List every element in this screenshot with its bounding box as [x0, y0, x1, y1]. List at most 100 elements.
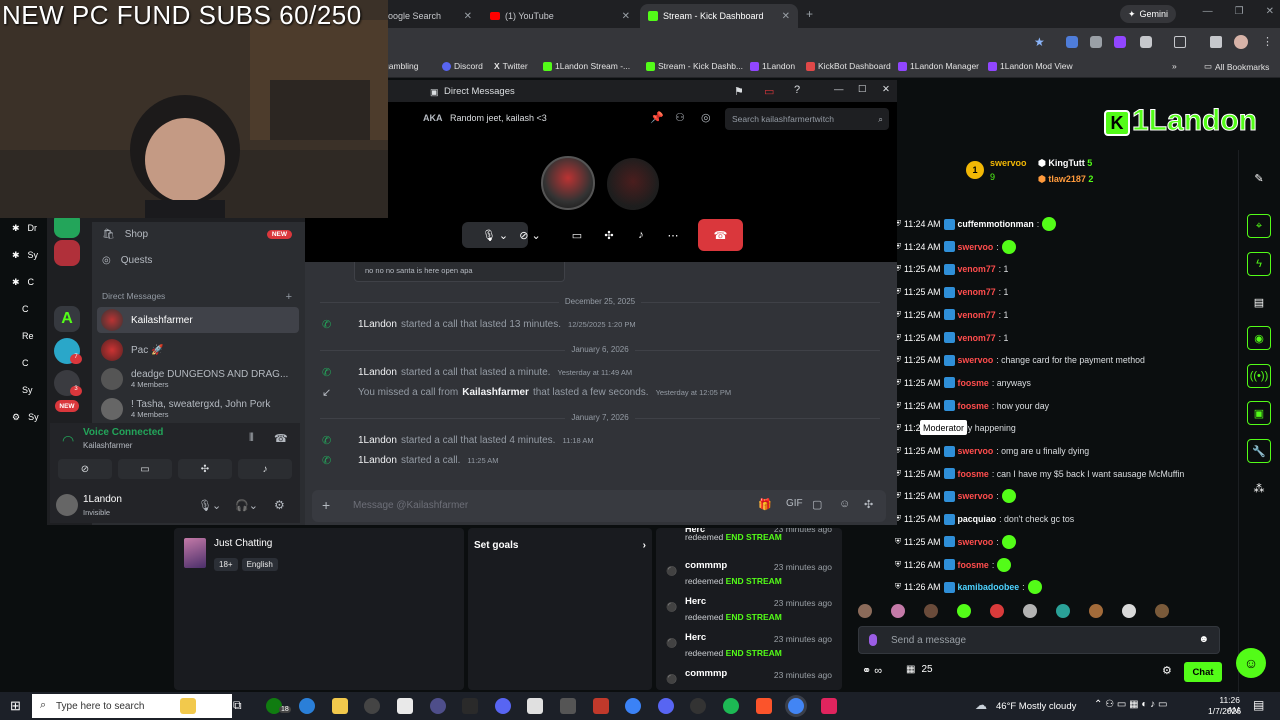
tab-close-icon[interactable]: ✕	[782, 11, 790, 22]
noise-suppression-icon[interactable]: ⦀	[249, 432, 254, 445]
more-icon[interactable]: ⋯	[662, 222, 684, 248]
activities-icon[interactable]: ✣	[598, 222, 620, 248]
activities-icon[interactable]: ✣	[178, 459, 232, 479]
chat-username[interactable]: cuffemmotionman	[958, 219, 1034, 229]
file-explorer-icon[interactable]	[332, 698, 348, 714]
user-avatar[interactable]	[56, 494, 78, 516]
gemini-button[interactable]: ✦ Gemini	[1120, 5, 1177, 23]
bookmark-kickbot[interactable]: KickBot Dashboard	[806, 61, 891, 71]
emote-icon[interactable]	[858, 604, 872, 618]
settings-icon[interactable]	[560, 698, 576, 714]
set-goals-button[interactable]: Set goals ›	[474, 540, 646, 556]
settings-icon[interactable]: ⚙	[1162, 664, 1172, 677]
maximize-icon[interactable]: ❐	[1235, 6, 1244, 17]
chat-username[interactable]: venom77	[958, 264, 996, 274]
emote-icon[interactable]	[924, 604, 938, 618]
chat-username[interactable]: foosme	[958, 560, 989, 570]
discord-icon[interactable]	[658, 698, 674, 714]
bookmark-twitter[interactable]: X Twitter	[494, 61, 528, 71]
close-icon[interactable]: ✕	[882, 84, 890, 95]
gif-icon[interactable]: GIF	[786, 498, 803, 509]
dm-item-pac[interactable]: Pac 🚀	[97, 337, 299, 363]
app-icon[interactable]	[690, 698, 706, 714]
chat-send-button[interactable]: Chat	[1184, 662, 1222, 682]
minimize-icon[interactable]: —	[1203, 6, 1213, 17]
chat-username[interactable]: swervoo	[958, 491, 994, 501]
app-icon[interactable]	[625, 698, 641, 714]
target-icon[interactable]: ⌖	[1247, 214, 1271, 238]
chat-input[interactable]: Send a message ☻	[858, 626, 1220, 654]
hangup-button[interactable]: ☎	[698, 219, 743, 251]
new-tab-icon[interactable]: +	[806, 7, 813, 21]
bookmark-1landon[interactable]: 1Landon	[750, 61, 795, 71]
username-link[interactable]: 1Landon	[358, 435, 397, 446]
emote-icon[interactable]	[1122, 604, 1136, 618]
username-link[interactable]: 1Landon	[358, 455, 397, 466]
chat-username[interactable]: kamibadoobee	[958, 582, 1020, 592]
chat-username[interactable]: foosme	[958, 378, 989, 388]
help-icon[interactable]: ?	[794, 84, 800, 96]
flag-icon[interactable]: ⚑	[734, 85, 744, 98]
chat-username[interactable]: venom77	[958, 287, 996, 297]
dm-item-group-deadge[interactable]: deadge DUNGEONS AND DRAG... 4 Members	[97, 365, 299, 393]
media-icon[interactable]	[1210, 36, 1222, 48]
emote-icon[interactable]	[891, 604, 905, 618]
chat-username[interactable]: venom77	[958, 310, 996, 320]
edge-icon[interactable]	[299, 698, 315, 714]
profile-icon[interactable]: ◎	[701, 111, 711, 124]
gift-icon[interactable]: 🎁	[758, 498, 772, 511]
username-link[interactable]: 1Landon	[358, 367, 397, 378]
lightning-icon[interactable]: ϟ	[1247, 252, 1271, 276]
copilot-icon[interactable]	[180, 698, 196, 714]
screen-share-icon[interactable]: ▭	[566, 222, 588, 248]
more-bookmarks[interactable]: »	[1172, 61, 1177, 71]
soundboard-icon[interactable]: ♪	[630, 222, 652, 248]
wrench-icon[interactable]: 🔧	[1247, 439, 1271, 463]
bookmark-1landon-stream[interactable]: 1Landon Stream -...	[543, 61, 630, 71]
mic-icon[interactable]: 🎙⌄	[198, 499, 221, 512]
taskbar-search[interactable]: ⌕ Type here to search	[32, 694, 232, 718]
broadcast-icon[interactable]: ((•))	[1247, 364, 1271, 388]
emote-icon[interactable]	[1056, 604, 1070, 618]
support-chat-icon[interactable]: ☺	[1236, 648, 1266, 678]
category-card[interactable]: Just Chatting 18+ English	[184, 538, 282, 572]
notifications-icon[interactable]: ▤	[1253, 698, 1264, 712]
add-dm-icon[interactable]: +	[286, 291, 292, 303]
spotify-icon[interactable]	[723, 698, 739, 714]
apps-icon[interactable]: ✣	[864, 498, 873, 511]
chat-username[interactable]: swervoo	[958, 355, 994, 365]
menu-dots-icon[interactable]: ⋮	[1262, 35, 1273, 48]
dm-search-input[interactable]: Search kailashfarmertwitch ⌕	[725, 108, 889, 130]
system-tray-icons[interactable]: ⌃ ⚇ ▭ ▦ ◐ ♪ ▭	[1094, 699, 1167, 710]
emote-icon[interactable]	[1089, 604, 1103, 618]
tab-kick-dashboard[interactable]: Stream - Kick Dashboard ✕	[640, 4, 798, 28]
tab-close-icon[interactable]: ✕	[464, 11, 472, 22]
slow-mode-icon[interactable]: ⚭ ∞	[862, 664, 882, 677]
maximize-icon[interactable]: ☐	[858, 84, 867, 95]
bookmark-gambling[interactable]: gambling	[384, 61, 419, 71]
bookmark-mod-view[interactable]: 1Landon Mod View	[988, 61, 1073, 71]
close-icon[interactable]: ✕	[1266, 6, 1274, 17]
emote-icon[interactable]	[990, 604, 1004, 618]
windows-start-icon[interactable]: ⊞	[10, 698, 21, 714]
chat-username[interactable]: pacquiao	[958, 514, 997, 524]
dots-icon[interactable]: ⁂	[1247, 476, 1271, 500]
headphones-icon[interactable]: 🎧⌄	[235, 499, 258, 512]
chat-username[interactable]: swervoo	[958, 537, 994, 547]
app-icon[interactable]	[495, 698, 511, 714]
chat-username[interactable]: swervoo	[958, 446, 994, 456]
add-friend-icon[interactable]: ⚇	[675, 111, 685, 124]
chat-bubble-icon[interactable]: ◉	[1247, 326, 1271, 350]
emoji-icon[interactable]: ☺	[839, 498, 850, 510]
username-link[interactable]: Kailashfarmer	[462, 387, 529, 398]
tab-youtube[interactable]: (1) YouTube ✕	[482, 4, 638, 28]
app-icon[interactable]	[821, 698, 837, 714]
chat-username[interactable]: swervoo	[958, 242, 994, 252]
extension-icon[interactable]	[1090, 36, 1102, 48]
pin-icon[interactable]: 📌	[650, 111, 664, 124]
notepad-icon[interactable]	[397, 698, 413, 714]
sidepanel-icon[interactable]	[1174, 36, 1186, 48]
message-input[interactable]: + Message @Kailashfarmer 🎁 GIF ▢ ☺ ✣	[312, 490, 886, 522]
camera-button[interactable]: ⊘ ⌄	[508, 222, 552, 248]
server-a-icon[interactable]: A	[54, 306, 80, 332]
